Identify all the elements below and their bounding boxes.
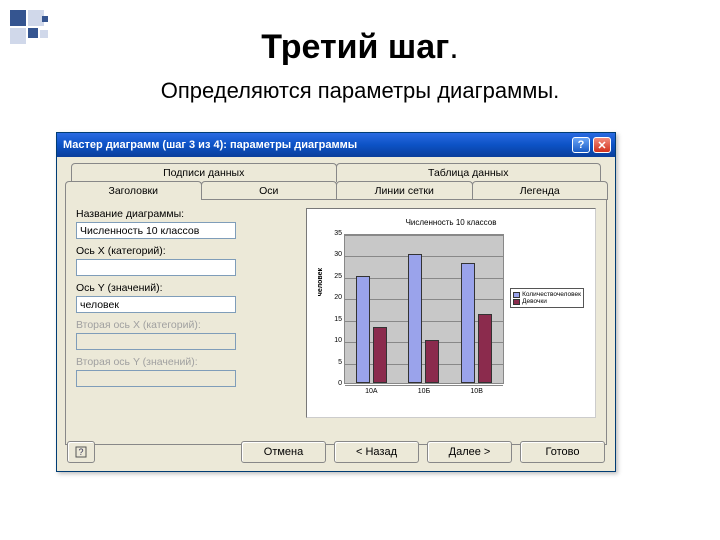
cancel-button[interactable]: Отмена bbox=[241, 441, 326, 463]
tab-gridlines[interactable]: Линии сетки bbox=[336, 181, 473, 200]
svg-text:?: ? bbox=[78, 447, 83, 457]
tab-data-labels[interactable]: Подписи данных bbox=[71, 163, 337, 182]
titlebar[interactable]: Мастер диаграмм (шаг 3 из 4): параметры … bbox=[57, 133, 615, 157]
chart-plot: 10А10Б10В bbox=[344, 234, 504, 384]
tab-legend[interactable]: Легенда bbox=[472, 181, 609, 200]
help-button[interactable]: ? bbox=[67, 441, 95, 463]
chart-bar bbox=[478, 314, 492, 383]
chart-preview: Численность 10 классовчеловек10А10Б10В05… bbox=[306, 208, 596, 418]
axis-y2-label: Вторая ось Y (значений): bbox=[76, 356, 296, 368]
chart-ytick: 10 bbox=[330, 337, 342, 344]
tab-panel: Название диаграммы: Ось X (категорий): О… bbox=[65, 199, 607, 445]
axis-y2-input bbox=[76, 370, 236, 387]
finish-button[interactable]: Готово bbox=[520, 441, 605, 463]
chart-bar-group: 10В bbox=[455, 233, 499, 383]
titlebar-title: Мастер диаграмм (шаг 3 из 4): параметры … bbox=[63, 139, 568, 151]
chart-bar-group: 10Б bbox=[402, 233, 446, 383]
tab-axes[interactable]: Оси bbox=[201, 181, 338, 200]
chart-ytick: 5 bbox=[330, 359, 342, 366]
chart-title: Численность 10 классов bbox=[316, 218, 586, 227]
slide-subtitle: Определяются параметры диаграммы. bbox=[0, 78, 720, 104]
tab-titles[interactable]: Заголовки bbox=[65, 181, 202, 200]
chart-ytick: 0 bbox=[330, 380, 342, 387]
chart-title-input[interactable] bbox=[76, 222, 236, 239]
axis-x-input[interactable] bbox=[76, 259, 236, 276]
back-button[interactable]: < Назад bbox=[334, 441, 419, 463]
axis-y-input[interactable] bbox=[76, 296, 236, 313]
chart-legend: КоличествочеловекДевочки bbox=[510, 288, 584, 308]
chart-ytick: 25 bbox=[330, 273, 342, 280]
chart-bar bbox=[425, 340, 439, 383]
chart-ytick: 35 bbox=[330, 230, 342, 237]
chart-xtick: 10В bbox=[455, 388, 499, 395]
tab-data-table[interactable]: Таблица данных bbox=[336, 163, 602, 182]
chart-ylabel: человек bbox=[317, 268, 324, 296]
chart-bar bbox=[356, 276, 370, 383]
axis-y-label: Ось Y (значений): bbox=[76, 282, 296, 294]
chart-bar bbox=[408, 254, 422, 383]
close-icon[interactable]: ✕ bbox=[593, 137, 611, 153]
chart-xtick: 10А bbox=[349, 388, 393, 395]
axis-x-label: Ось X (категорий): bbox=[76, 245, 296, 257]
chart-xtick: 10Б bbox=[402, 388, 446, 395]
slide-title: Третий шаг. bbox=[0, 28, 720, 67]
help-icon[interactable]: ? bbox=[572, 137, 590, 153]
chart-ytick: 20 bbox=[330, 294, 342, 301]
axis-x2-input bbox=[76, 333, 236, 350]
chart-bar bbox=[373, 327, 387, 383]
chart-ytick: 30 bbox=[330, 251, 342, 258]
next-button[interactable]: Далее > bbox=[427, 441, 512, 463]
chart-ytick: 15 bbox=[330, 316, 342, 323]
chart-title-label: Название диаграммы: bbox=[76, 208, 296, 220]
chart-bar bbox=[461, 263, 475, 383]
chart-bar-group: 10А bbox=[349, 233, 393, 383]
axis-x2-label: Вторая ось X (категорий): bbox=[76, 319, 296, 331]
dialog-window: Мастер диаграмм (шаг 3 из 4): параметры … bbox=[56, 132, 616, 472]
